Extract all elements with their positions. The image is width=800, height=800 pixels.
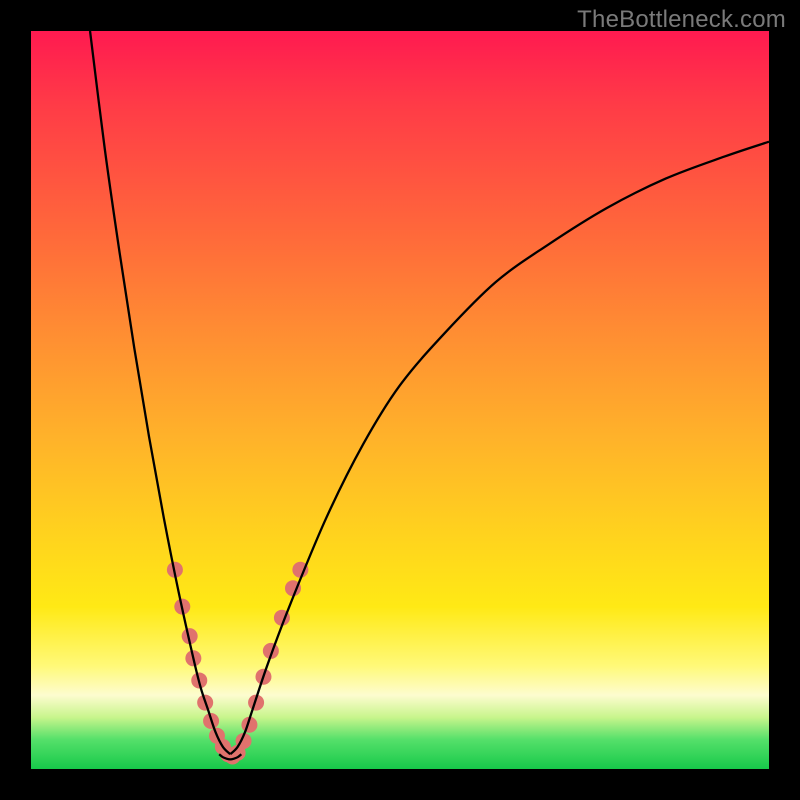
marker-group <box>167 562 308 765</box>
curve-left <box>90 31 230 754</box>
watermark-text: TheBottleneck.com <box>577 6 786 34</box>
plot-area <box>31 31 769 769</box>
chart-frame: TheBottleneck.com <box>0 0 800 800</box>
curve-right <box>230 142 769 755</box>
chart-svg <box>31 31 769 769</box>
